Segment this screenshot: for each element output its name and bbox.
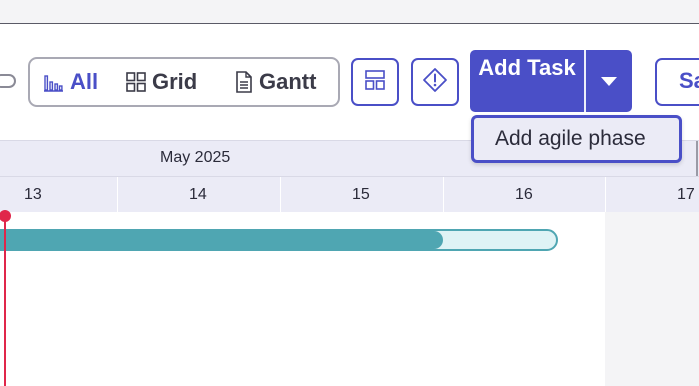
view-option-label: Gantt	[259, 69, 317, 94]
add-task-split-button: Add Task	[470, 50, 632, 112]
day-label: 17	[677, 186, 695, 203]
task-bar[interactable]	[0, 229, 558, 251]
weekend-column	[605, 212, 699, 386]
day-cell: 17	[605, 177, 699, 212]
layout-icon	[364, 69, 386, 96]
warning-diamond-icon	[422, 67, 448, 98]
view-option-gantt[interactable]: Gantt	[235, 59, 316, 105]
view-option-label: All	[70, 69, 99, 94]
day-label: 16	[515, 186, 533, 203]
grid-icon	[126, 72, 146, 92]
save-button[interactable]: Sa	[655, 58, 699, 106]
add-task-menu-button[interactable]	[586, 50, 632, 112]
month-divider	[696, 141, 698, 177]
day-cell: 13	[0, 177, 117, 212]
month-label: May 2025	[160, 149, 231, 166]
task-progress-fill	[0, 231, 444, 249]
view-option-label: Grid	[152, 69, 198, 94]
day-cell: 14	[117, 177, 280, 212]
day-label: 15	[352, 186, 370, 203]
day-header: 13 14 15 16 17	[0, 176, 699, 212]
day-label: 13	[24, 186, 42, 203]
chevron-down-icon	[601, 76, 617, 86]
view-option-grid[interactable]: Grid	[126, 59, 197, 105]
day-cell: 16	[443, 177, 605, 212]
view-switcher: All Grid Gantt	[28, 57, 340, 107]
top-strip	[0, 0, 699, 24]
today-marker-line	[4, 216, 6, 386]
menu-item-add-agile-phase[interactable]: Add agile phase	[495, 127, 646, 151]
day-label: 14	[189, 186, 207, 203]
toggle-switch[interactable]	[0, 74, 16, 88]
divider	[584, 50, 586, 112]
gantt-timeline: May 2025 13 14 15 16 17	[0, 140, 699, 386]
view-option-all[interactable]: All	[42, 59, 98, 105]
add-task-dropdown-menu: Add agile phase	[471, 115, 682, 163]
document-icon	[235, 71, 253, 93]
day-cell: 15	[280, 177, 443, 212]
bar-chart-icon	[42, 71, 64, 93]
add-task-button[interactable]: Add Task	[470, 50, 584, 112]
warning-button[interactable]	[411, 58, 459, 106]
layout-button[interactable]	[351, 58, 399, 106]
